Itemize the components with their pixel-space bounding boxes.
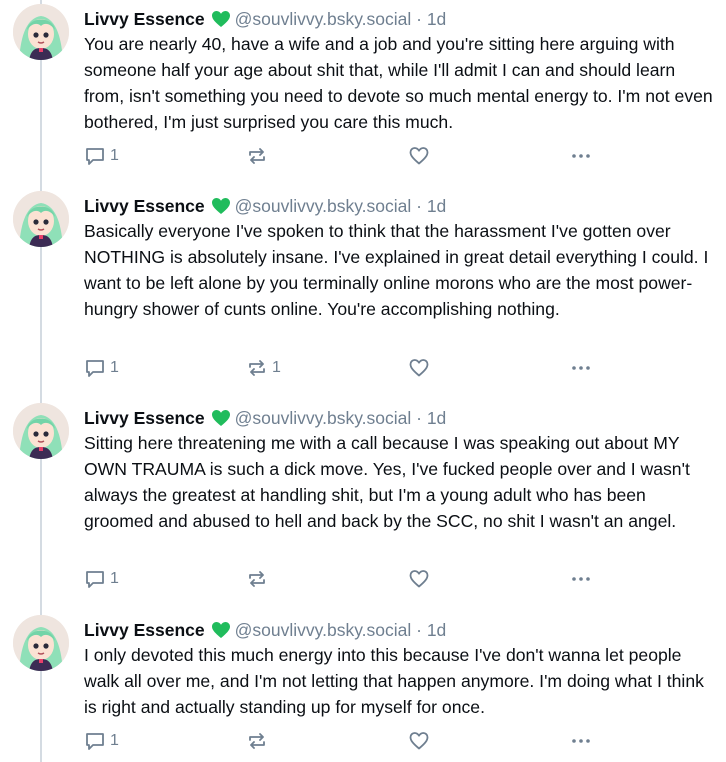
reply-count: 1 (110, 359, 119, 376)
post-header: Livvy Essence @souvlivvy.bsky.social · 1d (84, 407, 446, 429)
reply-count: 1 (110, 570, 119, 587)
avatar-illustration (13, 191, 69, 247)
heart-badge-icon (211, 409, 231, 432)
heart-icon (409, 570, 429, 588)
more-options-button[interactable] (570, 145, 592, 167)
post-header: Livvy Essence @souvlivvy.bsky.social · 1d (84, 195, 446, 217)
reply-icon (86, 360, 104, 377)
heart-badge-icon (211, 621, 231, 644)
author-name[interactable]: Livvy Essence (84, 196, 205, 216)
author-handle[interactable]: @souvlivvy.bsky.social (235, 620, 412, 640)
author-name[interactable]: Livvy Essence (84, 620, 205, 640)
separator: · (416, 196, 422, 216)
like-button[interactable] (408, 730, 434, 752)
author-name[interactable]: Livvy Essence (84, 408, 205, 428)
post-text: Sitting here threatening me with a call … (84, 433, 690, 531)
like-button[interactable] (408, 145, 434, 167)
reply-button[interactable]: 1 (84, 568, 119, 590)
post-text: You are nearly 40, have a wife and a job… (84, 34, 713, 132)
repost-icon (249, 571, 265, 587)
post-actions: 1 (84, 730, 644, 752)
post-text: Basically everyone I've spoken to think … (84, 221, 709, 319)
heart-badge-icon (211, 10, 231, 33)
reply-button[interactable]: 1 (84, 357, 119, 379)
avatar[interactable] (13, 403, 69, 459)
avatar-illustration (13, 4, 69, 60)
separator: · (416, 9, 422, 29)
post-actions: 1 (84, 568, 644, 590)
reply-icon (86, 571, 104, 588)
avatar[interactable] (13, 615, 69, 671)
heart-badge-icon (211, 197, 231, 220)
more-options-button[interactable] (570, 568, 592, 590)
post-time[interactable]: 1d (427, 196, 446, 216)
ellipsis-icon (572, 577, 590, 581)
repost-button[interactable] (246, 568, 272, 590)
reply-count: 1 (110, 147, 119, 164)
author-handle[interactable]: @souvlivvy.bsky.social (235, 196, 412, 216)
repost-icon (249, 360, 265, 376)
repost-button[interactable]: 1 (246, 357, 281, 379)
reply-count: 1 (110, 732, 119, 749)
ellipsis-icon (572, 739, 590, 743)
like-button[interactable] (408, 357, 434, 379)
separator: · (416, 408, 422, 428)
more-options-button[interactable] (570, 357, 592, 379)
author-name[interactable]: Livvy Essence (84, 9, 205, 29)
more-options-button[interactable] (570, 730, 592, 752)
post-time[interactable]: 1d (427, 620, 446, 640)
repost-icon (249, 148, 265, 164)
post-time[interactable]: 1d (427, 408, 446, 428)
avatar-illustration (13, 615, 69, 671)
repost-button[interactable] (246, 730, 272, 752)
reply-icon (86, 148, 104, 165)
reply-button[interactable]: 1 (84, 730, 119, 752)
repost-count: 1 (272, 359, 281, 376)
avatar-illustration (13, 403, 69, 459)
like-button[interactable] (408, 568, 434, 590)
heart-icon (409, 359, 429, 377)
ellipsis-icon (572, 154, 590, 158)
heart-icon (409, 732, 429, 750)
avatar[interactable] (13, 191, 69, 247)
ellipsis-icon (572, 366, 590, 370)
reply-button[interactable]: 1 (84, 145, 119, 167)
repost-icon (249, 733, 265, 749)
reply-icon (86, 733, 104, 750)
post-header: Livvy Essence @souvlivvy.bsky.social · 1d (84, 619, 446, 641)
author-handle[interactable]: @souvlivvy.bsky.social (235, 408, 412, 428)
heart-icon (409, 147, 429, 165)
separator: · (416, 620, 422, 640)
repost-button[interactable] (246, 145, 272, 167)
author-handle[interactable]: @souvlivvy.bsky.social (235, 9, 412, 29)
post-actions: 1 1 (84, 357, 644, 379)
post-text: I only devoted this much energy into thi… (84, 645, 704, 717)
post-actions: 1 (84, 145, 644, 167)
post-header: Livvy Essence @souvlivvy.bsky.social · 1d (84, 8, 446, 30)
post-time[interactable]: 1d (427, 9, 446, 29)
avatar[interactable] (13, 4, 69, 60)
